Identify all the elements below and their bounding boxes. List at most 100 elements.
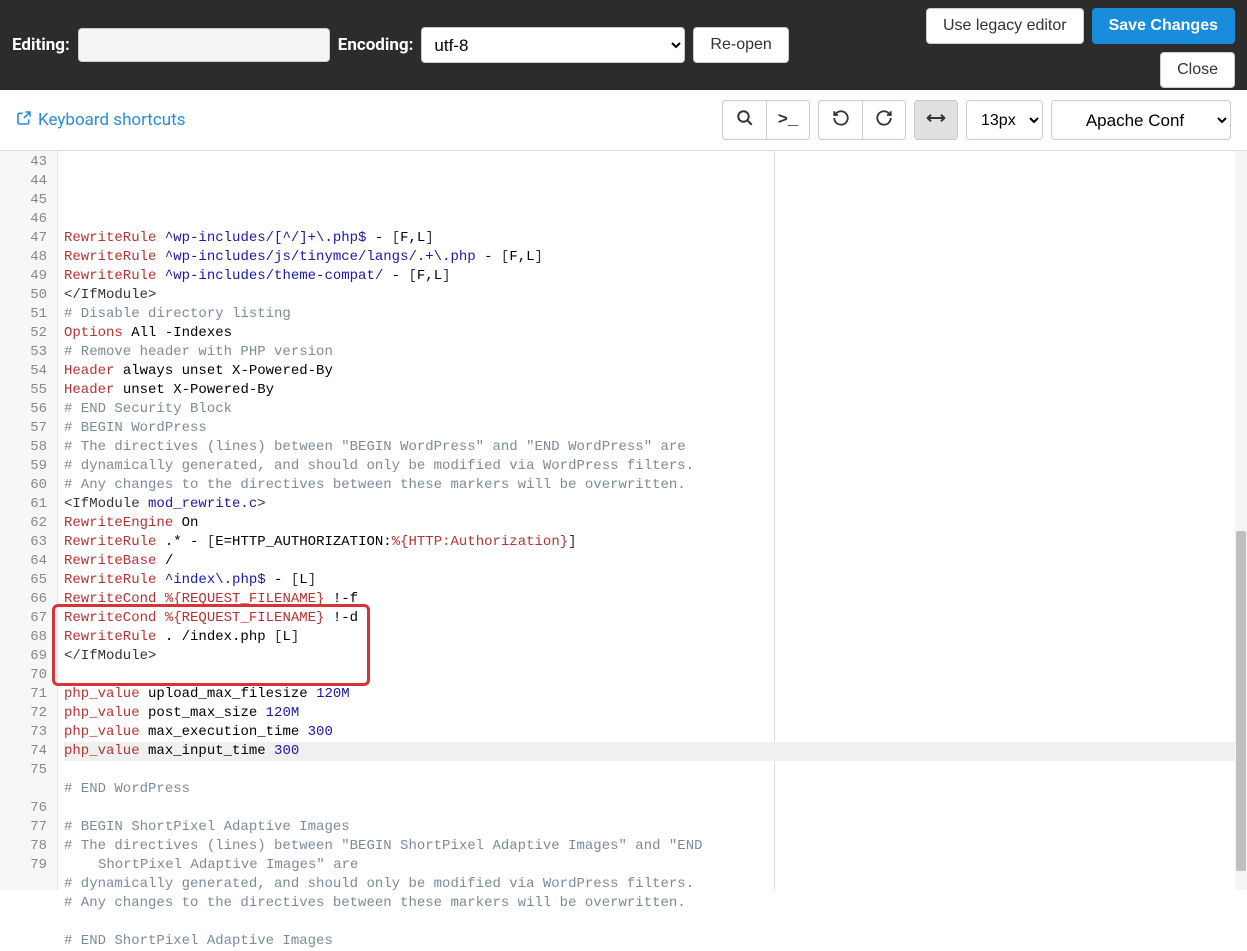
line-number: 76 xyxy=(0,799,47,818)
code-line[interactable]: RewriteRule ^wp-includes/[^/]+\.php$ - [… xyxy=(64,229,1247,248)
line-number: 72 xyxy=(0,704,47,723)
code-line[interactable]: php_value max_execution_time 300 xyxy=(64,723,1247,742)
encoding-select[interactable]: utf-8 xyxy=(421,27,685,63)
code-line[interactable]: php_value post_max_size 120M xyxy=(64,704,1247,723)
line-number: 44 xyxy=(0,172,47,191)
code-line[interactable]: RewriteRule .* - [E=HTTP_AUTHORIZATION:%… xyxy=(64,533,1247,552)
line-number: 43 xyxy=(0,153,47,172)
filename-input[interactable] xyxy=(78,28,330,62)
line-number: 53 xyxy=(0,343,47,362)
code-line[interactable]: RewriteCond %{REQUEST_FILENAME} !-f xyxy=(64,590,1247,609)
editing-label: Editing: xyxy=(12,35,70,55)
code-line[interactable]: Options All -Indexes xyxy=(64,324,1247,343)
code-line[interactable]: php_value max_input_time 300 xyxy=(64,742,1247,761)
font-size-select[interactable]: 13px xyxy=(966,100,1043,140)
code-line[interactable]: </IfModule> xyxy=(64,647,1247,666)
redo-button[interactable] xyxy=(862,100,906,140)
code-line[interactable]: # END ShortPixel Adaptive Images xyxy=(64,932,1247,951)
line-number: 54 xyxy=(0,362,47,381)
kbd-link-label: Keyboard shortcuts xyxy=(38,110,185,130)
topbar: Editing: Encoding: utf-8 Re-open Use leg… xyxy=(0,0,1247,90)
toolbar: Keyboard shortcuts >_ 13px xyxy=(0,90,1247,150)
line-number: 79 xyxy=(0,856,47,875)
legacy-editor-button[interactable]: Use legacy editor xyxy=(926,8,1084,44)
line-number: 58 xyxy=(0,438,47,457)
line-number: 77 xyxy=(0,818,47,837)
line-number: 59 xyxy=(0,457,47,476)
encoding-label: Encoding: xyxy=(338,35,414,55)
search-button[interactable] xyxy=(722,100,766,140)
code-line[interactable]: # Any changes to the directives between … xyxy=(64,476,1247,495)
redo-icon xyxy=(875,109,893,132)
code-line[interactable] xyxy=(64,799,1247,818)
line-number: 45 xyxy=(0,191,47,210)
line-number: 70 xyxy=(0,666,47,685)
line-number: 51 xyxy=(0,305,47,324)
line-number: 71 xyxy=(0,685,47,704)
code-line[interactable]: Header unset X-Powered-By xyxy=(64,381,1247,400)
code-line[interactable]: RewriteRule ^wp-includes/theme-compat/ -… xyxy=(64,267,1247,286)
code-line[interactable]: RewriteBase / xyxy=(64,552,1247,571)
undo-icon xyxy=(832,109,850,132)
code-line[interactable]: # dynamically generated, and should only… xyxy=(64,875,1247,894)
line-number: 52 xyxy=(0,324,47,343)
line-number: 57 xyxy=(0,419,47,438)
line-number: 62 xyxy=(0,514,47,533)
code-line[interactable]: Header always unset X-Powered-By xyxy=(64,362,1247,381)
code-line[interactable]: RewriteRule ^wp-includes/js/tinymce/lang… xyxy=(64,248,1247,267)
code-line-wrap[interactable]: ShortPixel Adaptive Images" are xyxy=(64,856,1247,875)
line-number: 47 xyxy=(0,229,47,248)
code-line[interactable]: # The directives (lines) between "BEGIN … xyxy=(64,837,1247,856)
line-number: 68 xyxy=(0,628,47,647)
code-line[interactable]: # BEGIN ShortPixel Adaptive Images xyxy=(64,818,1247,837)
line-number: 73 xyxy=(0,723,47,742)
code-line[interactable]: RewriteRule . /index.php [L] xyxy=(64,628,1247,647)
console-button[interactable]: >_ xyxy=(766,100,810,140)
code-line[interactable] xyxy=(64,761,1247,780)
scrollbar-thumb[interactable] xyxy=(1236,531,1246,871)
line-number: 50 xyxy=(0,286,47,305)
code-line[interactable]: # Remove header with PHP version xyxy=(64,343,1247,362)
code-line[interactable]: # BEGIN WordPress xyxy=(64,419,1247,438)
code-line[interactable] xyxy=(64,913,1247,932)
code-line[interactable]: # Disable directory listing xyxy=(64,305,1247,324)
code-line[interactable]: # The directives (lines) between "BEGIN … xyxy=(64,438,1247,457)
line-number: 48 xyxy=(0,248,47,267)
line-number: 60 xyxy=(0,476,47,495)
line-number: 55 xyxy=(0,381,47,400)
line-number: 61 xyxy=(0,495,47,514)
line-number: 63 xyxy=(0,533,47,552)
wrap-toggle-button[interactable] xyxy=(914,100,958,140)
terminal-icon: >_ xyxy=(778,111,798,130)
code-line[interactable]: </IfModule> xyxy=(64,286,1247,305)
syntax-mode-select[interactable]: Apache Conf xyxy=(1051,100,1231,140)
code-line[interactable]: # END Security Block xyxy=(64,400,1247,419)
line-number: 69 xyxy=(0,647,47,666)
keyboard-shortcuts-link[interactable]: Keyboard shortcuts xyxy=(16,110,185,131)
search-icon xyxy=(736,109,754,132)
save-changes-button[interactable]: Save Changes xyxy=(1092,8,1235,44)
line-number: 64 xyxy=(0,552,47,571)
wrap-icon xyxy=(926,110,946,130)
vertical-scrollbar[interactable] xyxy=(1235,151,1247,890)
code-area[interactable]: RewriteRule ^wp-includes/[^/]+\.php$ - [… xyxy=(58,151,1247,890)
code-line[interactable]: RewriteCond %{REQUEST_FILENAME} !-d xyxy=(64,609,1247,628)
gutter: 4344454647484950515253545556575859606162… xyxy=(0,151,58,890)
code-line[interactable]: # END WordPress xyxy=(64,780,1247,799)
line-number: 46 xyxy=(0,210,47,229)
line-number: 75 xyxy=(0,761,47,780)
code-line[interactable] xyxy=(64,666,1247,685)
code-line[interactable]: php_value upload_max_filesize 120M xyxy=(64,685,1247,704)
code-line[interactable]: <IfModule mod_rewrite.c> xyxy=(64,495,1247,514)
undo-button[interactable] xyxy=(818,100,862,140)
editor: 4344454647484950515253545556575859606162… xyxy=(0,150,1247,890)
line-number: 74 xyxy=(0,742,47,761)
reopen-button[interactable]: Re-open xyxy=(693,27,788,63)
close-button[interactable]: Close xyxy=(1160,52,1235,88)
line-number: 65 xyxy=(0,571,47,590)
code-line[interactable]: RewriteEngine On xyxy=(64,514,1247,533)
code-line[interactable]: # dynamically generated, and should only… xyxy=(64,457,1247,476)
code-line[interactable]: RewriteRule ^index\.php$ - [L] xyxy=(64,571,1247,590)
code-line[interactable]: # Any changes to the directives between … xyxy=(64,894,1247,913)
line-number: 66 xyxy=(0,590,47,609)
